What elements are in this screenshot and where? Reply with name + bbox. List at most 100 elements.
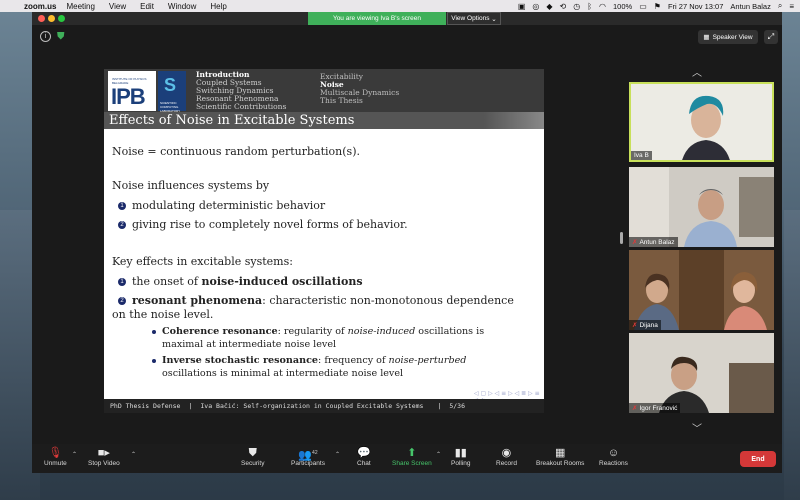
nav-sub-thesis: This Thesis (320, 96, 363, 105)
participant-tile-antun[interactable]: ✗ Antun Balaz (629, 167, 774, 247)
sub-1-bold: Coherence resonance (162, 326, 278, 337)
bullet-number-icon: 1 (118, 278, 126, 286)
chevron-down-icon: ⌄ (491, 15, 497, 23)
chat-label: Chat (357, 460, 371, 467)
slide-sub-1-cont: maximal at intermediate noise level (162, 339, 337, 350)
menu-status-area: ▣ ◎ ◆ ⟲ ◷ ᛒ ◠ 100% ▭ ⚑ Fri 27 Nov 13:07 … (518, 0, 794, 12)
participant-name-text: Dijana (639, 322, 658, 329)
desktop-wallpaper-right (784, 210, 800, 500)
mic-muted-icon: 🎙 (48, 447, 63, 459)
panel-resize-handle[interactable] (620, 232, 623, 244)
security-button[interactable]: ⛊ Security (241, 447, 264, 467)
speaker-view-label: Speaker View (712, 33, 753, 41)
shield-icon: ⛊ (248, 447, 257, 459)
menu-edit[interactable]: Edit (140, 2, 154, 11)
audio-options-caret[interactable]: ⌃ (72, 451, 77, 458)
chevron-down-icon[interactable]: ﹀ (692, 420, 702, 435)
participants-count: 42 (312, 450, 318, 456)
slide-sub-2: Inverse stochastic resonance: frequency … (152, 355, 466, 366)
video-options-caret[interactable]: ⌃ (131, 451, 136, 458)
minimize-window-button[interactable] (48, 15, 55, 22)
speaker-view-button[interactable]: ▦ Speaker View (698, 30, 758, 44)
share-screen-icon: ⬆ (407, 447, 417, 459)
battery-percent[interactable]: 100% (613, 2, 632, 11)
menu-meeting[interactable]: Meeting (66, 2, 94, 11)
unmute-button[interactable]: 🎙 Unmute (44, 447, 67, 467)
menu-help[interactable]: Help (210, 2, 226, 11)
fullscreen-icon[interactable]: ⤢ (764, 30, 778, 44)
menu-view[interactable]: View (109, 2, 126, 11)
video-camera-icon: ■▸ (97, 447, 110, 459)
sync-icon[interactable]: ⟲ (560, 2, 567, 11)
bluetooth-icon[interactable]: ᛒ (587, 2, 592, 11)
zoom-status-icon[interactable]: ▣ (518, 2, 526, 11)
nav-section-scientific: Scientific Contributions (196, 102, 287, 111)
chat-button[interactable]: 💬 Chat (357, 447, 371, 467)
menu-window[interactable]: Window (168, 2, 196, 11)
participant-name: ✗ Igor Franović (629, 403, 681, 413)
view-options-label: View Options (451, 15, 490, 22)
record-label: Record (496, 460, 517, 467)
record-button[interactable]: ◉ Record (496, 447, 517, 467)
slide-line-noise-def: Noise = continuous random perturbation(s… (112, 145, 360, 158)
shared-slide: INSTITUTE OF PHYSICS BELGRADE IPB S SCIE… (104, 69, 544, 399)
search-icon[interactable]: ⌕ (778, 1, 782, 11)
slide-line-influence: Noise influences systems by (112, 179, 270, 192)
dropbox-icon[interactable]: ◆ (546, 2, 552, 11)
time-machine-icon[interactable]: ◷ (573, 2, 580, 11)
zoom-window-button[interactable] (58, 15, 65, 22)
battery-icon[interactable]: ▭ (639, 2, 647, 11)
reactions-button[interactable]: ☺ Reactions (599, 447, 628, 467)
slide-key-1: 1 the onset of noise-induced oscillations (118, 275, 363, 288)
footer-separator: | (188, 402, 193, 410)
sub-bullet-icon (152, 358, 156, 363)
footer-separator: | (437, 402, 442, 410)
breakout-label: Breakout Rooms (536, 460, 585, 467)
viewing-screen-banner: You are viewing Iva B's screen (308, 12, 446, 25)
participant-name-text: Iva B (634, 152, 649, 159)
participants-label: Participants (291, 460, 325, 467)
view-options-button[interactable]: View Options ⌄ (447, 12, 501, 25)
footer-page: 5/36 (449, 402, 466, 410)
share-screen-button[interactable]: ⬆ Share Screen (392, 447, 432, 467)
stop-video-label: Stop Video (88, 460, 120, 467)
participant-name-text: Antun Balaz (639, 239, 675, 246)
participant-name-text: Igor Franović (639, 405, 678, 412)
polling-button[interactable]: ▮▮ Polling (451, 447, 471, 467)
close-window-button[interactable] (38, 15, 45, 22)
bullet-number-icon: 1 (118, 202, 126, 210)
stop-video-button[interactable]: ■▸ Stop Video (88, 447, 120, 467)
ipb-logo: INSTITUTE OF PHYSICS BELGRADE IPB (108, 71, 156, 111)
wifi-icon[interactable]: ◠ (599, 2, 606, 11)
participant-name: Iva B (631, 151, 652, 160)
shield-icon[interactable]: ⛊ (57, 31, 68, 42)
menu-bar: zoom.us Meeting View Edit Window Help ▣ … (0, 0, 800, 12)
participant-tile-iva[interactable]: Iva B (629, 82, 774, 162)
chat-icon: 💬 (357, 447, 371, 459)
breakout-rooms-button[interactable]: ▦ Breakout Rooms (536, 447, 584, 467)
security-label: Security (241, 460, 265, 467)
flag-icon[interactable]: ⚑ (654, 2, 661, 11)
participant-tile-dijana[interactable]: ✗ Dijana (629, 250, 774, 330)
participant-video-igor (629, 333, 774, 413)
sub-2-italic: noise-perturbed (388, 355, 467, 366)
info-icon[interactable]: i (40, 31, 51, 42)
sub-1-b: oscillations is (415, 326, 485, 337)
menu-user[interactable]: Antun Balaz (730, 2, 770, 11)
slide-key-2: 2 resonant phenomena: characteristic non-… (118, 294, 514, 307)
title-bar-gradient (484, 112, 544, 129)
end-meeting-button[interactable]: End (740, 451, 776, 467)
participants-button[interactable]: 👥42 Participants (291, 447, 325, 467)
slide-bullet-1: 1 modulating deterministic behavior (118, 199, 325, 212)
participants-options-caret[interactable]: ⌃ (335, 451, 340, 458)
chevron-up-icon[interactable]: ︿ (692, 64, 702, 79)
bullet-number-icon: 2 (118, 221, 126, 229)
share-screen-label: Share Screen (392, 460, 432, 467)
list-icon[interactable]: ≡ (789, 2, 794, 11)
participant-tile-igor[interactable]: ✗ Igor Franović (629, 333, 774, 413)
key-1-pre: the onset of (132, 275, 202, 288)
menu-app-name[interactable]: zoom.us (24, 2, 56, 11)
wifi-monitor-icon[interactable]: ◎ (532, 2, 539, 11)
share-options-caret[interactable]: ⌃ (436, 451, 441, 458)
menu-datetime[interactable]: Fri 27 Nov 13:07 (668, 2, 723, 11)
